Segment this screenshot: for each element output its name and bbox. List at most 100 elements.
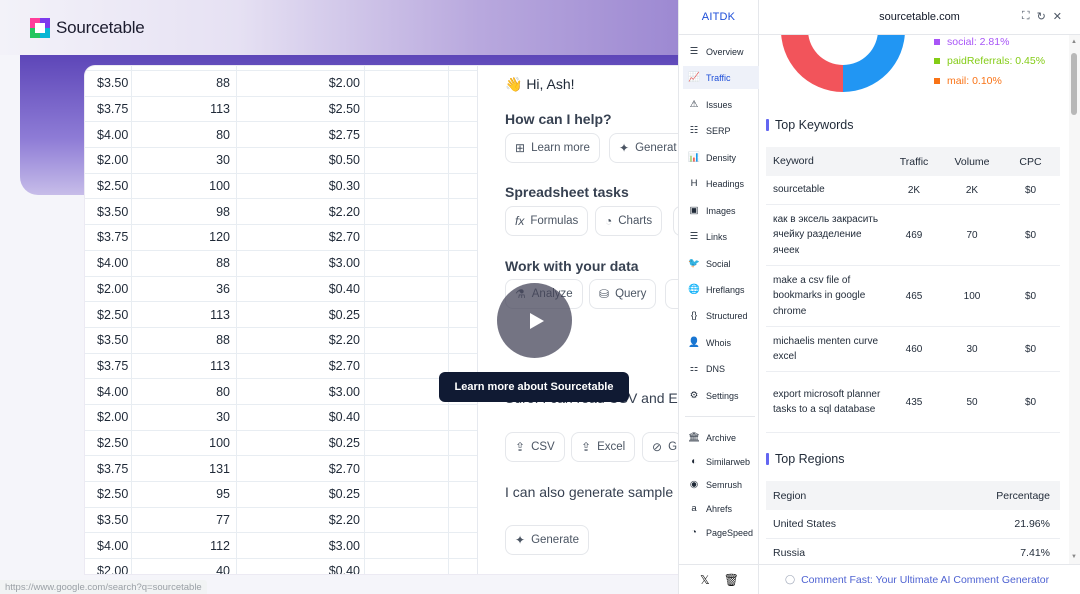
sheet-cell[interactable] <box>365 148 449 173</box>
sheet-cell[interactable]: 30 <box>132 404 237 430</box>
sidebar-item-overview[interactable]: ☰ Overview <box>683 40 759 63</box>
promo-footer-link[interactable]: ◯ Comment Fast: Your Ultimate AI Comment… <box>759 564 1080 594</box>
aitdk-brand[interactable]: AITDK <box>679 0 758 35</box>
sheet-cell[interactable]: 113 <box>132 353 237 379</box>
sheet-cell[interactable]: $0.25 <box>237 302 365 327</box>
sheet-cell[interactable]: $3.75 <box>85 96 132 122</box>
site-logo-text[interactable]: Sourcetable <box>56 18 145 38</box>
sidebar-item-headings[interactable]: H Headings <box>683 172 759 195</box>
sidebar-item-dns[interactable]: ⚏ DNS <box>683 357 759 380</box>
sheet-cell[interactable] <box>449 225 477 250</box>
sheet-cell[interactable]: $2.00 <box>237 71 365 96</box>
sidebar-item-issues[interactable]: ⚠ Issues <box>683 93 759 116</box>
sidebar-item-semrush[interactable]: ◉ Semrush <box>683 473 759 496</box>
google-chip[interactable]: ⊘ G <box>642 432 678 462</box>
crop-icon[interactable]: ⛶ <box>1022 10 1030 23</box>
keyword-keyword-cell[interactable]: как в эксель закрасить ячейку разделение… <box>766 212 885 259</box>
sidebar-item-structured[interactable]: {} Structured <box>683 304 759 327</box>
sheet-cell[interactable] <box>365 250 449 276</box>
sheet-cell[interactable]: 40 <box>132 559 237 574</box>
sheet-cell[interactable]: 98 <box>132 199 237 225</box>
table-row[interactable]: export microsoft planner tasks to a sql … <box>766 372 1060 433</box>
sheet-cell[interactable] <box>449 122 477 147</box>
learn-more-chip[interactable]: ⊞ Learn more <box>505 133 600 163</box>
sheet-cell[interactable]: 131 <box>132 456 237 481</box>
keyword-keyword-cell[interactable]: michaelis menten curve excel <box>766 334 885 365</box>
sheet-cell[interactable] <box>365 507 449 533</box>
sheet-cell[interactable]: $2.50 <box>85 173 132 199</box>
sheet-cell[interactable]: $4.00 <box>85 250 132 276</box>
sidebar-item-settings[interactable]: ⚙ Settings <box>683 384 759 407</box>
table-row[interactable]: make a csv file of bookmarks in google c… <box>766 266 1060 327</box>
sidebar-item-whois[interactable]: 👤 Whois <box>683 331 759 354</box>
sheet-cell[interactable] <box>449 71 477 96</box>
sheet-cell[interactable]: 100 <box>132 173 237 199</box>
keyword-keyword-cell[interactable]: sourcetable <box>766 182 885 198</box>
sheet-cell[interactable] <box>449 199 477 224</box>
sheet-cell[interactable]: $2.00 <box>85 559 132 574</box>
sheet-cell[interactable] <box>449 174 477 199</box>
table-row[interactable]: как в эксель закрасить ячейку разделение… <box>766 205 1060 266</box>
excel-chip[interactable]: ⇪ Excel <box>571 432 636 462</box>
sheet-cell[interactable] <box>449 251 477 276</box>
sheet-cell[interactable]: $3.50 <box>85 199 132 225</box>
sidebar-item-similarweb[interactable]: ◐ Similarweb <box>683 450 759 473</box>
sourcetable-logo-icon[interactable] <box>30 17 50 38</box>
sheet-cell[interactable]: 112 <box>132 533 237 559</box>
csv-chip[interactable]: ⇪ CSV <box>505 432 565 462</box>
sidebar-item-images[interactable]: ▣ Images <box>683 199 759 222</box>
sheet-cell[interactable]: 95 <box>132 482 237 507</box>
sheet-cell[interactable] <box>449 533 477 558</box>
video-play-button[interactable] <box>497 283 572 358</box>
sheet-cell[interactable]: $0.30 <box>237 173 365 199</box>
sheet-cell[interactable]: $2.20 <box>237 327 365 353</box>
sheet-cell[interactable]: $3.00 <box>237 533 365 559</box>
generate-chip-top[interactable]: ✦ Generat <box>609 133 678 163</box>
sheet-cell[interactable] <box>365 353 449 379</box>
sheet-cell[interactable] <box>449 405 477 430</box>
trash-icon[interactable]: 🗑 <box>724 573 739 587</box>
sheet-cell[interactable] <box>365 430 449 456</box>
sidebar-item-ahrefs[interactable]: a Ahrefs <box>683 497 759 520</box>
sheet-cell[interactable]: 113 <box>132 302 237 327</box>
sheet-cell[interactable]: $3.50 <box>85 71 132 96</box>
sheet-cell[interactable]: $3.50 <box>85 507 132 533</box>
sheet-cell[interactable]: $4.00 <box>85 379 132 404</box>
sheet-cell[interactable]: $3.00 <box>237 379 365 404</box>
sheet-cell[interactable]: $2.75 <box>237 122 365 148</box>
sheet-cell[interactable] <box>365 302 449 327</box>
sheet-cell[interactable] <box>365 122 449 148</box>
scroll-up-icon[interactable]: ▲ <box>1071 39 1077 45</box>
sheet-cell[interactable] <box>449 328 477 353</box>
sheet-cell[interactable] <box>449 456 477 481</box>
sheet-cell[interactable] <box>365 199 449 225</box>
learn-more-about-sourcetable-button[interactable]: Learn more about Sourcetable <box>439 372 629 402</box>
sheet-cell[interactable]: 113 <box>132 96 237 122</box>
sheet-cell[interactable]: $4.00 <box>85 533 132 559</box>
sheet-cell[interactable] <box>449 482 477 507</box>
sheet-cell[interactable] <box>449 97 477 122</box>
sidebar-item-hreflangs[interactable]: 🌐 Hreflangs <box>683 278 759 301</box>
sheet-cell[interactable]: $3.75 <box>85 353 132 379</box>
sheet-cell[interactable]: $3.75 <box>85 225 132 250</box>
sheet-cell[interactable] <box>365 173 449 199</box>
sheet-cell[interactable]: $3.50 <box>85 327 132 353</box>
sheet-cell[interactable] <box>365 404 449 430</box>
sheet-cell[interactable]: $2.70 <box>237 225 365 250</box>
sheet-cell[interactable] <box>449 302 477 327</box>
table-row[interactable]: michaelis menten curve excel 460 30 $0 <box>766 327 1060 372</box>
sheet-cell[interactable]: $2.00 <box>85 148 132 173</box>
sheet-cell[interactable]: $3.00 <box>237 250 365 276</box>
generate-chip-bottom[interactable]: ✦ Generate <box>505 525 590 555</box>
sheet-cell[interactable]: $2.50 <box>85 302 132 327</box>
keyword-keyword-cell[interactable]: make a csv file of bookmarks in google c… <box>766 273 885 320</box>
sheet-cell[interactable]: 88 <box>132 327 237 353</box>
scroll-thumb[interactable] <box>1071 53 1077 115</box>
sheet-cell[interactable]: 120 <box>132 225 237 250</box>
sheet-cell[interactable]: 88 <box>132 71 237 96</box>
sheet-cell[interactable]: 36 <box>132 276 237 302</box>
sheet-cell[interactable] <box>365 96 449 122</box>
scroll-down-icon[interactable]: ▼ <box>1071 554 1077 560</box>
sheet-cell[interactable]: 77 <box>132 507 237 533</box>
sheet-cell[interactable] <box>365 559 449 574</box>
